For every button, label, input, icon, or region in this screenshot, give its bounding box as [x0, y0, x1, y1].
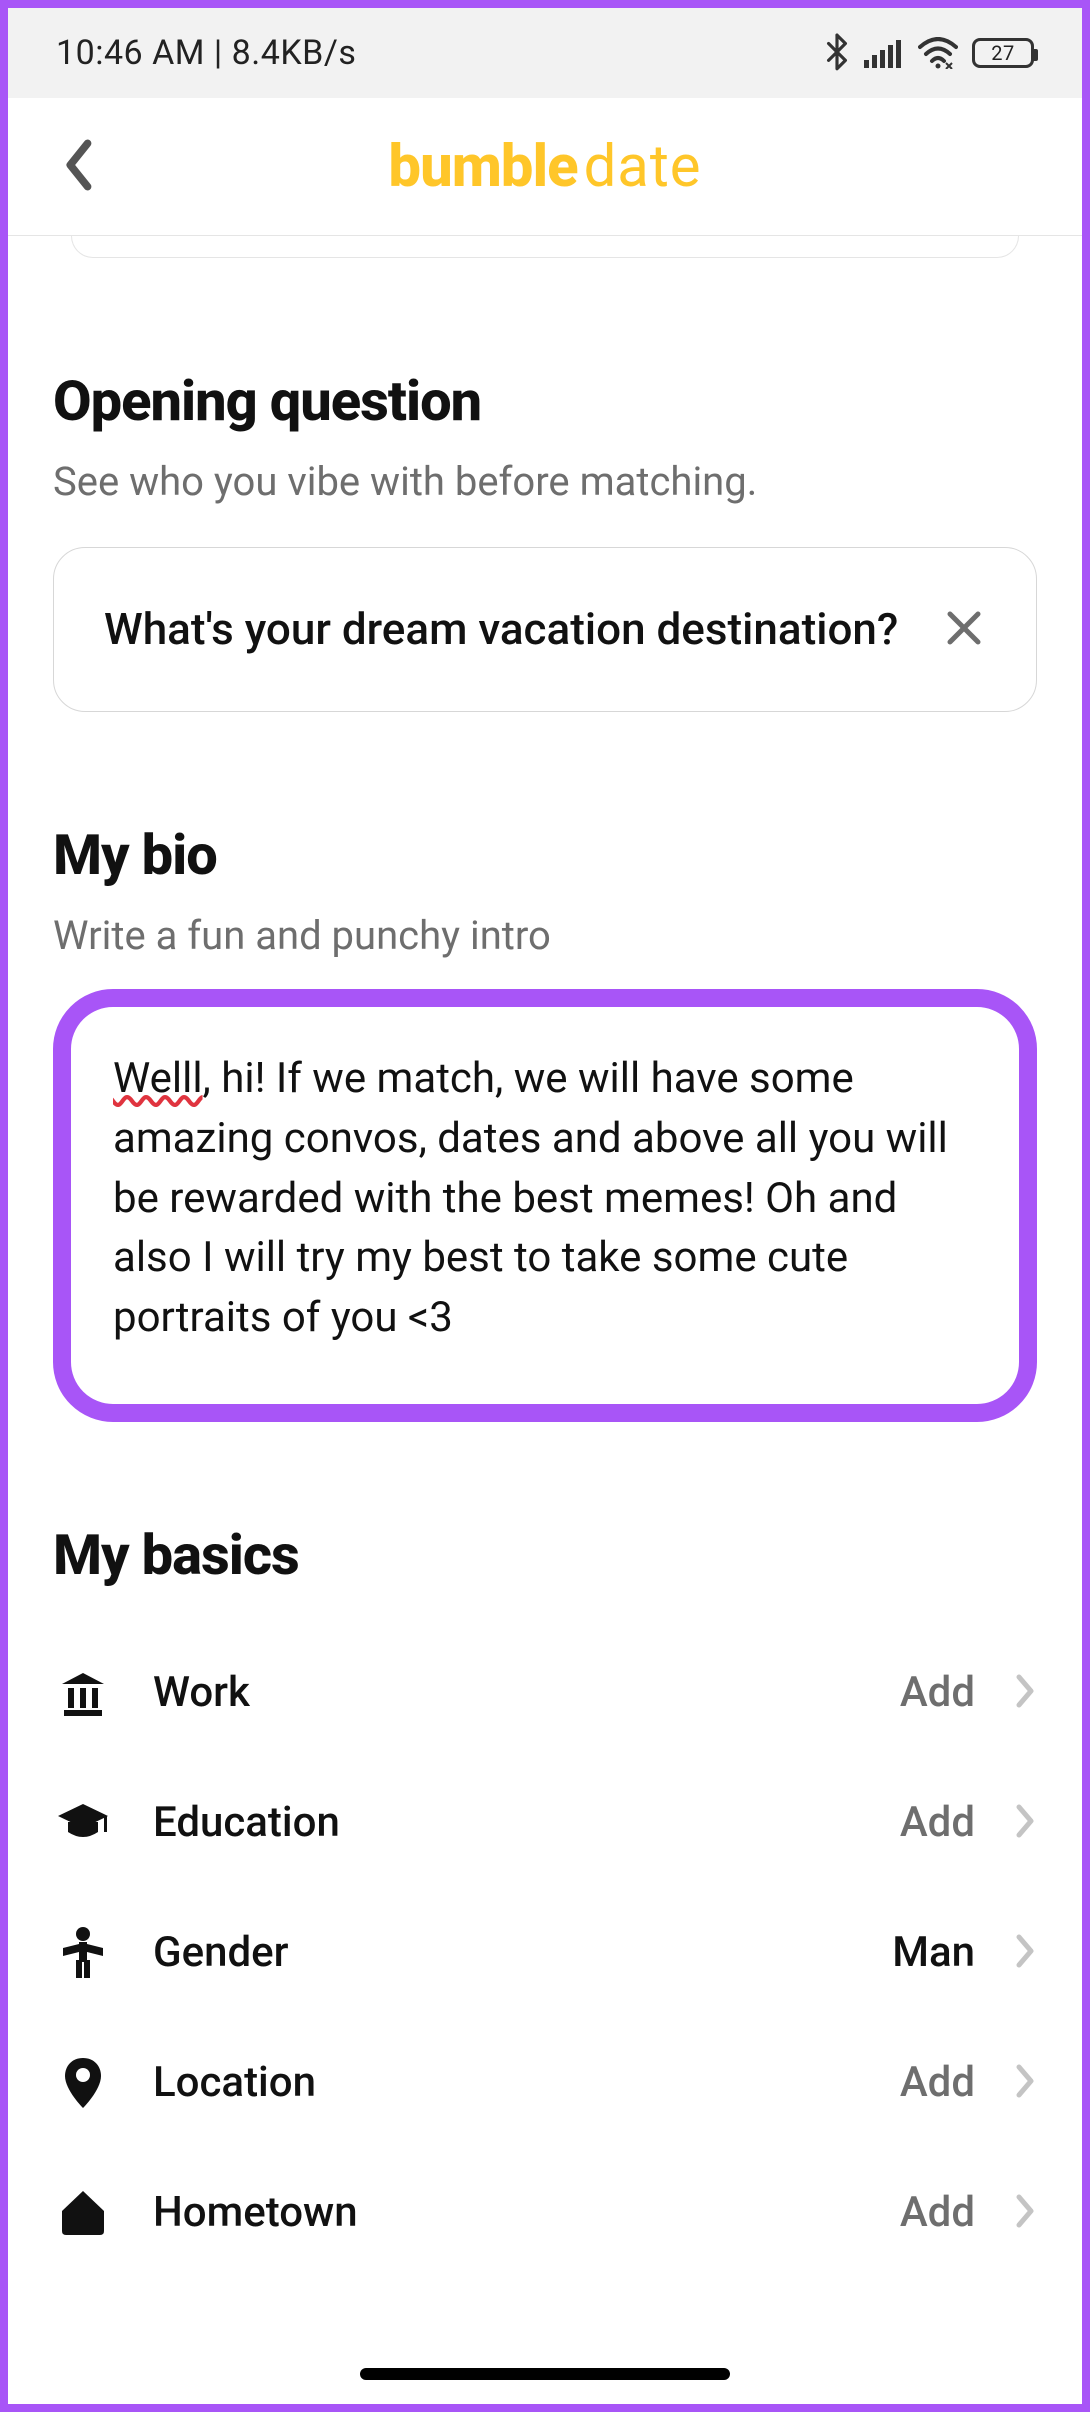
basics-row-gender[interactable]: Gender Man	[53, 1888, 1037, 2018]
brand-logo: bumble date	[388, 133, 701, 201]
statusbar: 10:46 AM | 8.4KB/s 27	[8, 8, 1082, 98]
status-time: 10:46 AM	[56, 33, 205, 73]
opening-question-title: Opening question	[53, 368, 1037, 434]
wifi-icon	[918, 37, 958, 69]
basics-value: Add	[900, 1668, 975, 1717]
chevron-right-icon	[1015, 1673, 1037, 1713]
bio-text-field[interactable]: Welll, hi! If we match, we will have som…	[53, 989, 1037, 1421]
chevron-right-icon	[1015, 2193, 1037, 2233]
basics-label: Location	[153, 2058, 860, 2107]
basics-row-hometown[interactable]: Hometown Add	[53, 2148, 1037, 2278]
brand-bold: bumble	[388, 133, 577, 201]
basics-label: Hometown	[153, 2188, 860, 2237]
basics-value: Add	[900, 2188, 975, 2237]
bio-text: , hi! If we match, we will have some ama…	[113, 1054, 948, 1342]
gender-icon	[53, 1926, 113, 1980]
basics-row-location[interactable]: Location Add	[53, 2018, 1037, 2148]
opening-question-subtitle: See who you vibe with before matching.	[53, 458, 1037, 505]
chevron-right-icon	[1015, 1933, 1037, 1973]
back-button[interactable]	[63, 139, 97, 195]
app-frame: 10:46 AM | 8.4KB/s 27 bumble date	[8, 8, 1082, 2404]
my-basics-title: My basics	[53, 1522, 1037, 1588]
battery-level: 27	[991, 41, 1014, 65]
my-bio-title: My bio	[53, 822, 1037, 888]
app-header: bumble date	[8, 98, 1082, 236]
basics-value: Add	[900, 1798, 975, 1847]
basics-label: Gender	[153, 1928, 852, 1977]
status-right: 27	[824, 33, 1034, 73]
basics-label: Education	[153, 1798, 860, 1847]
battery-icon: 27	[972, 38, 1034, 68]
education-icon	[53, 1802, 113, 1844]
bio-misspelled-word: Welll	[113, 1054, 203, 1103]
home-indicator[interactable]	[360, 2368, 730, 2380]
work-icon	[53, 1668, 113, 1718]
status-left: 10:46 AM | 8.4KB/s	[56, 33, 356, 73]
status-speed: 8.4KB/s	[232, 33, 357, 73]
my-bio-subtitle: Write a fun and punchy intro	[53, 912, 1037, 959]
basics-row-education[interactable]: Education Add	[53, 1758, 1037, 1888]
prev-card-edge	[71, 236, 1019, 258]
opening-question-card[interactable]: What's your dream vacation destination?	[53, 547, 1037, 712]
hometown-icon	[53, 2189, 113, 2237]
basics-label: Work	[153, 1668, 860, 1717]
brand-light: date	[584, 133, 702, 201]
chevron-right-icon	[1015, 1803, 1037, 1843]
chevron-right-icon	[1015, 2063, 1037, 2103]
location-icon	[53, 2056, 113, 2110]
opening-question-text: What's your dream vacation destination?	[104, 600, 898, 659]
basics-value: Man	[892, 1928, 975, 1977]
basics-row-work[interactable]: Work Add	[53, 1628, 1037, 1758]
remove-opening-question-button[interactable]	[942, 606, 986, 654]
bluetooth-icon	[824, 33, 850, 73]
content-area: Opening question See who you vibe with b…	[8, 236, 1082, 2404]
signal-icon	[864, 38, 904, 68]
basics-value: Add	[900, 2058, 975, 2107]
